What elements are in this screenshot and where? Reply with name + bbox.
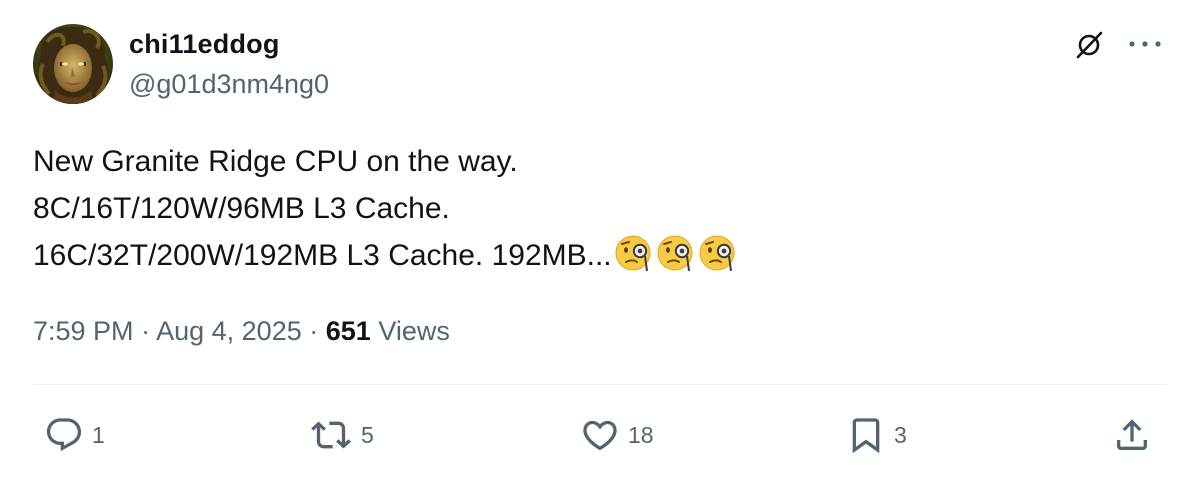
handle[interactable]: @g01d3nm4ng0 xyxy=(129,68,329,100)
bookmark-count: 3 xyxy=(894,421,907,448)
tweet-line-2: 8C/16T/120W/96MB L3 Cache. xyxy=(33,192,450,225)
tweet-date[interactable]: Aug 4, 2025 xyxy=(156,316,302,346)
more-button[interactable] xyxy=(1128,38,1162,50)
meta-separator: · xyxy=(141,316,151,346)
top-icons xyxy=(1074,28,1162,60)
retweet-icon xyxy=(311,421,351,449)
reply-button[interactable]: 1 xyxy=(44,413,105,457)
more-icon xyxy=(1129,41,1161,47)
share-icon xyxy=(1117,419,1147,450)
grok-button[interactable] xyxy=(1074,28,1106,60)
views-count: 651 xyxy=(325,316,371,346)
bookmark-button[interactable]: 3 xyxy=(846,413,907,457)
display-name[interactable]: chi11eddog xyxy=(129,28,329,60)
retweet-button[interactable]: 5 xyxy=(309,413,374,457)
face-with-monocle-icon xyxy=(699,235,735,272)
bookmark-icon xyxy=(852,418,880,454)
reply-count: 1 xyxy=(92,421,105,448)
emoji-row xyxy=(614,233,738,273)
tweet-line-1: New Granite Ridge CPU on the way. xyxy=(33,145,518,178)
tweet-line-3: 16C/32T/200W/192MB L3 Cache. 192MB... xyxy=(33,232,738,279)
views-label: Views xyxy=(378,316,450,346)
grok-icon xyxy=(1076,31,1103,59)
author-names: chi11eddog @g01d3nm4ng0 xyxy=(129,28,329,100)
face-with-monocle-icon xyxy=(615,235,651,272)
tweet-text: New Granite Ridge CPU on the way. 8C/16T… xyxy=(33,138,738,279)
heart-icon xyxy=(583,420,617,451)
like-button[interactable]: 18 xyxy=(580,413,654,457)
tweet-time[interactable]: 7:59 PM xyxy=(33,316,134,346)
reply-icon xyxy=(46,418,82,452)
meta-separator: · xyxy=(309,316,319,346)
face-with-monocle-icon xyxy=(657,235,693,272)
like-count: 18 xyxy=(628,421,654,448)
retweet-count: 5 xyxy=(361,421,374,448)
avatar-illustration-icon xyxy=(33,24,113,104)
tweet-card: chi11eddog @g01d3nm4ng0 New Granite Ridg… xyxy=(0,0,1200,480)
tweet-line-3-text: 16C/32T/200W/192MB L3 Cache. 192MB... xyxy=(33,239,612,272)
divider xyxy=(33,384,1167,385)
avatar[interactable] xyxy=(33,24,113,104)
tweet-meta: 7:59 PM · Aug 4, 2025 · 651 Views xyxy=(33,313,450,349)
share-button[interactable] xyxy=(1112,413,1152,457)
